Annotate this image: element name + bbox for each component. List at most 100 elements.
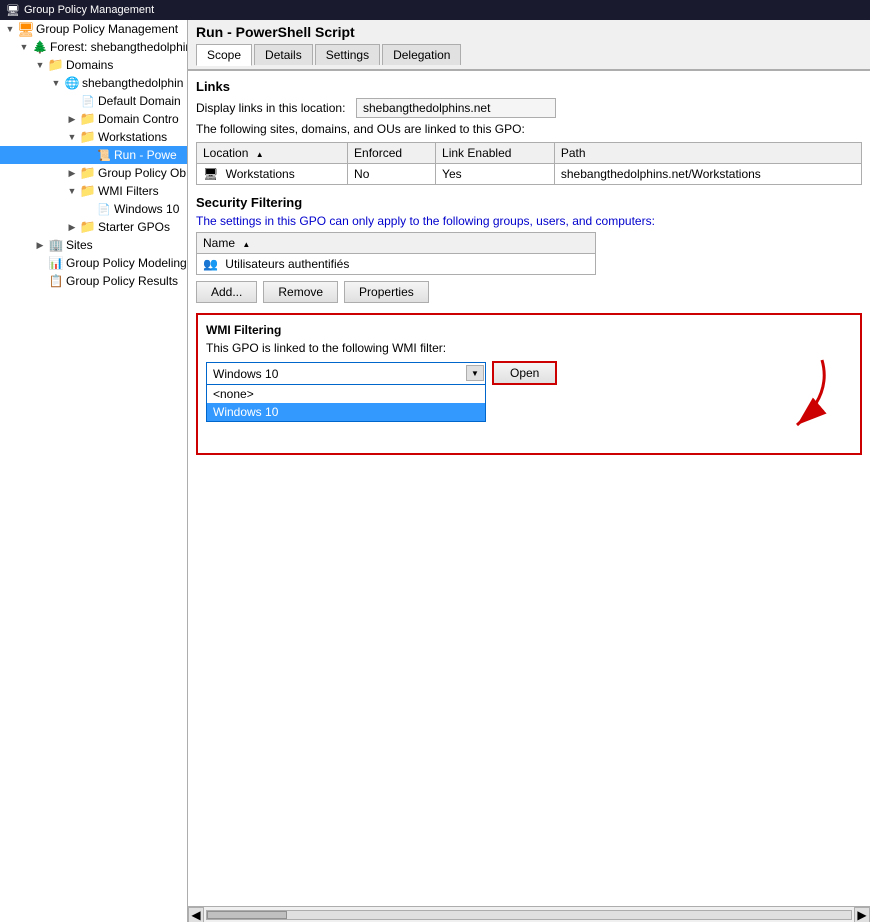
sidebar-item-wmi-filters[interactable]: ▼ 📁 WMI Filters [0, 182, 187, 200]
wmi-select-display[interactable]: Windows 10 ▼ [206, 362, 486, 384]
display-links-row: Display links in this location: shebangt… [196, 98, 862, 118]
open-button[interactable]: Open [492, 361, 557, 385]
tab-settings[interactable]: Settings [315, 44, 380, 65]
toggle-run-power: ▶ [80, 147, 96, 163]
sidebar-item-workstations[interactable]: ▼ 📁 Workstations [0, 128, 187, 146]
toggle-workstations[interactable]: ▼ [64, 129, 80, 145]
scrollbar-track[interactable] [206, 910, 852, 920]
sidebar-item-forest[interactable]: ▼ 🌲 Forest: shebangthedolphins [0, 38, 187, 56]
sidebar-label-sites: Sites [66, 238, 93, 252]
sidebar-label-default-domain: Default Domain [98, 94, 181, 108]
sidebar-label-domain-control: Domain Contro [98, 112, 179, 126]
toggle-starter-gpos[interactable]: ▶ [64, 219, 80, 235]
display-links-value: shebangthedolphins.net [356, 98, 556, 118]
cell-link-enabled: Yes [436, 164, 555, 185]
sidebar-item-default-domain[interactable]: ▶ 📄 Default Domain [0, 92, 187, 110]
col-name[interactable]: Name ▲ [197, 233, 596, 254]
links-sub-note: The following sites, domains, and OUs ar… [196, 122, 862, 136]
gpm-icon: 🖥 [18, 21, 34, 37]
security-table: Name ▲ 👥 Utilisateurs authentifiés [196, 232, 596, 275]
toggle-default-domain: ▶ [64, 93, 80, 109]
folder-icon-gpo: 📁 [80, 165, 96, 181]
tab-delegation[interactable]: Delegation [382, 44, 461, 65]
users-icon: 👥 [203, 257, 218, 271]
cell-enforced: No [348, 164, 436, 185]
sidebar-item-gp-modeling[interactable]: ▶ 📊 Group Policy Modeling [0, 254, 187, 272]
script-icon: 📜 [96, 147, 112, 163]
modeling-icon: 📊 [48, 255, 64, 271]
app-icon: 🖥 [6, 4, 20, 17]
tab-details[interactable]: Details [254, 44, 313, 65]
sidebar-item-starter-gpos[interactable]: ▶ 📁 Starter GPOs [0, 218, 187, 236]
col-path-label: Path [561, 146, 586, 160]
title-bar: 🖥 Group Policy Management [0, 0, 870, 20]
sidebar-label-starter-gpos: Starter GPOs [98, 220, 170, 234]
sidebar-item-domain-control[interactable]: ▶ 📁 Domain Contro [0, 110, 187, 128]
sidebar-item-domains[interactable]: ▼ 📁 Domains [0, 56, 187, 74]
sidebar-item-sites[interactable]: ▶ 🏢 Sites [0, 236, 187, 254]
add-button[interactable]: Add... [196, 281, 257, 303]
cell-path: shebangthedolphins.net/Workstations [554, 164, 861, 185]
scroll-left-btn[interactable]: ◀ [188, 907, 204, 922]
wmi-option-windows10[interactable]: Windows 10 [207, 403, 485, 421]
location-icon: 🖥 [203, 167, 218, 181]
toggle-domain1[interactable]: ▼ [48, 75, 64, 91]
cell-location-text: Workstations [226, 167, 295, 181]
content-header: Run - PowerShell Script Scope Details Se… [188, 20, 870, 70]
sidebar-label-gp-results: Group Policy Results [66, 274, 178, 288]
sidebar-label-gp-ob: Group Policy Ob [98, 166, 186, 180]
sidebar-item-run-power[interactable]: ▶ 📜 Run - Powe [0, 146, 187, 164]
toggle-domain-control[interactable]: ▶ [64, 111, 80, 127]
col-location-label: Location [203, 146, 248, 160]
wmi-select-container: Windows 10 ▼ <none> Windows 10 [206, 362, 486, 384]
toggle-gp-ob[interactable]: ▶ [64, 165, 80, 181]
remove-button[interactable]: Remove [263, 281, 338, 303]
sidebar-label-gp-modeling: Group Policy Modeling [66, 256, 187, 270]
col-location[interactable]: Location ▲ [197, 143, 348, 164]
sidebar-item-root[interactable]: ▼ 🖥 Group Policy Management [0, 20, 187, 38]
sidebar-item-domain1[interactable]: ▼ 🌐 shebangthedolphin [0, 74, 187, 92]
domain-icon: 🌐 [64, 75, 80, 91]
toggle-sites[interactable]: ▶ [32, 237, 48, 253]
col-path[interactable]: Path [554, 143, 861, 164]
toggle-wmi-filters[interactable]: ▼ [64, 183, 80, 199]
sidebar-item-windows10[interactable]: ▶ 📄 Windows 10 [0, 200, 187, 218]
sidebar-item-gp-ob[interactable]: ▶ 📁 Group Policy Ob [0, 164, 187, 182]
results-icon: 📋 [48, 273, 64, 289]
sidebar-label-windows10: Windows 10 [114, 202, 179, 216]
sidebar-item-gp-results[interactable]: ▶ 📋 Group Policy Results [0, 272, 187, 290]
sidebar-label-forest: Forest: shebangthedolphins [50, 40, 187, 54]
properties-button[interactable]: Properties [344, 281, 429, 303]
sidebar-label-root: Group Policy Management [36, 22, 178, 36]
folder-icon-wmi: 📁 [80, 183, 96, 199]
scrollbar-thumb[interactable] [207, 911, 287, 919]
red-arrow-annotation [722, 355, 842, 445]
security-section: Security Filtering The settings in this … [196, 195, 862, 303]
sidebar-label-wmi-filters: WMI Filters [98, 184, 159, 198]
wmi-option-none[interactable]: <none> [207, 385, 485, 403]
security-table-header: Name ▲ [197, 233, 596, 254]
col-enforced[interactable]: Enforced [348, 143, 436, 164]
col-link-enabled[interactable]: Link Enabled [436, 143, 555, 164]
wmi-dropdown-arrow-icon[interactable]: ▼ [466, 365, 484, 381]
app-title: Group Policy Management [24, 4, 154, 16]
security-title: Security Filtering [196, 195, 862, 210]
table-row[interactable]: 🖥 Workstations No Yes shebangthedolphins… [197, 164, 862, 185]
scroll-right-btn[interactable]: ▶ [854, 907, 870, 922]
toggle-modeling: ▶ [32, 255, 48, 271]
toggle-results: ▶ [32, 273, 48, 289]
toggle-domains[interactable]: ▼ [32, 57, 48, 73]
links-title: Links [196, 79, 862, 94]
sidebar-label-domains: Domains [66, 58, 113, 72]
toggle-forest[interactable]: ▼ [16, 39, 32, 55]
cell-location: 🖥 Workstations [197, 164, 348, 185]
content-title: Run - PowerShell Script [196, 24, 862, 40]
security-cell-name: 👥 Utilisateurs authentifiés [197, 254, 596, 275]
security-table-row[interactable]: 👥 Utilisateurs authentifiés [197, 254, 596, 275]
gpo-icon-win10: 📄 [96, 201, 112, 217]
wmi-dropdown-list: <none> Windows 10 [206, 384, 486, 422]
toggle-root[interactable]: ▼ [2, 21, 18, 37]
tab-scope[interactable]: Scope [196, 44, 252, 66]
domains-folder-icon: 📁 [48, 57, 64, 73]
bottom-scrollbar[interactable]: ◀ ▶ [188, 906, 870, 922]
